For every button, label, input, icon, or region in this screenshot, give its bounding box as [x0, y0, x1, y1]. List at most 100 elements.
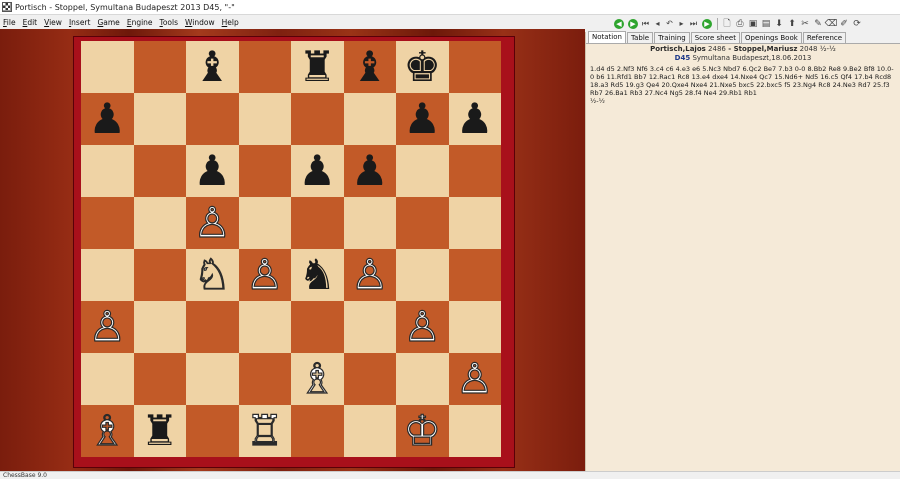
next-move-icon[interactable]: ▸ — [676, 17, 687, 30]
move-item[interactable]: 1.d4 — [590, 65, 604, 73]
tab-training[interactable]: Training — [654, 32, 690, 43]
square-e5[interactable] — [291, 197, 344, 249]
move-item[interactable]: 22.bxc5 — [756, 81, 782, 89]
move-item[interactable]: 21.Nxe5 — [710, 81, 737, 89]
square-e6[interactable]: ♟ — [291, 145, 344, 197]
square-a5[interactable] — [81, 197, 134, 249]
refresh-icon[interactable]: ⟳ — [851, 17, 863, 30]
square-f4[interactable]: ♙ — [343, 249, 396, 301]
first-move-icon[interactable]: ⏮ — [640, 17, 651, 30]
move-item[interactable]: c6 — [666, 65, 674, 73]
square-a6[interactable] — [81, 145, 134, 197]
move-item[interactable]: 6.Qc2 — [742, 65, 761, 73]
move-item[interactable]: Nbd7 — [723, 65, 740, 73]
square-g7[interactable]: ♟ — [396, 93, 449, 145]
square-e1[interactable] — [291, 405, 344, 457]
square-f8[interactable]: ♝ — [343, 41, 396, 93]
square-h8[interactable] — [448, 41, 501, 93]
white-pawn-icon[interactable]: ♙ — [193, 201, 232, 244]
square-g1[interactable]: ♔ — [396, 405, 449, 457]
move-item[interactable]: 28.f4 — [685, 89, 702, 97]
square-h1[interactable] — [448, 405, 501, 457]
white-knight-icon[interactable]: ♘ — [193, 253, 232, 296]
move-item[interactable]: 15.Nd6+ — [774, 73, 803, 81]
square-g3[interactable]: ♙ — [396, 301, 449, 353]
white-bishop-icon[interactable]: ♗ — [298, 357, 337, 400]
move-item[interactable]: dxe4 — [712, 73, 728, 81]
square-d7[interactable] — [238, 93, 291, 145]
new-game-icon[interactable]: 🗋 — [721, 17, 733, 30]
black-rook-icon[interactable]: ♜ — [141, 410, 179, 452]
move-item[interactable]: Rc8 — [677, 73, 689, 81]
square-g6[interactable] — [396, 145, 449, 197]
move-item[interactable]: Rd5 — [611, 81, 624, 89]
menu-tools[interactable]: Tools — [157, 18, 182, 27]
black-bishop-icon[interactable]: ♝ — [193, 46, 231, 88]
black-pawn-icon[interactable]: ♟ — [298, 150, 336, 192]
square-a1[interactable]: ♗ — [81, 405, 134, 457]
undo-icon[interactable]: ↶ — [664, 17, 675, 30]
move-item[interactable]: 24.Ne3 — [833, 81, 856, 89]
move-item[interactable]: b6 — [596, 73, 604, 81]
play-green-icon[interactable]: ▶ — [702, 18, 712, 29]
square-c7[interactable] — [186, 93, 239, 145]
up-icon[interactable]: ⬆ — [786, 17, 798, 30]
square-h3[interactable] — [448, 301, 501, 353]
move-item[interactable]: 20.Qxe4 — [661, 81, 688, 89]
square-g5[interactable] — [396, 197, 449, 249]
black-pawn-icon[interactable]: ♟ — [88, 98, 126, 140]
move-item[interactable]: Rb7 — [590, 89, 603, 97]
move-item[interactable]: Nf6 — [636, 65, 647, 73]
print-icon[interactable]: ⎙ — [734, 17, 746, 30]
move-item[interactable]: Rb3 — [630, 89, 643, 97]
square-b1[interactable]: ♜ — [133, 405, 186, 457]
move-item[interactable]: 4.e3 — [676, 65, 690, 73]
last-move-icon[interactable]: ⏭ — [688, 17, 699, 30]
menu-game[interactable]: Game — [94, 18, 123, 27]
square-h6[interactable] — [448, 145, 501, 197]
white-pawn-icon[interactable]: ♙ — [350, 253, 389, 296]
black-king-icon[interactable]: ♚ — [403, 46, 441, 88]
move-item[interactable]: Rcd8 — [875, 73, 891, 81]
square-c1[interactable] — [186, 405, 239, 457]
white-pawn-icon[interactable]: ♙ — [245, 253, 284, 296]
menu-engine[interactable]: Engine — [124, 18, 157, 27]
square-f3[interactable] — [343, 301, 396, 353]
menu-file[interactable]: File — [0, 18, 20, 27]
move-item[interactable]: Rc8 — [818, 81, 830, 89]
square-d1[interactable]: ♖ — [238, 405, 291, 457]
menu-edit[interactable]: Edit — [20, 18, 42, 27]
menu-window[interactable]: Window — [182, 18, 219, 27]
square-c4[interactable]: ♘ — [186, 249, 239, 301]
square-b2[interactable] — [133, 353, 186, 405]
move-item[interactable]: 23.Ng4 — [793, 81, 816, 89]
move-item[interactable]: 18.a3 — [590, 81, 608, 89]
black-bishop-icon[interactable]: ♝ — [351, 46, 389, 88]
square-e8[interactable]: ♜ — [291, 41, 344, 93]
square-e7[interactable] — [291, 93, 344, 145]
move-item[interactable]: 5.Nc3 — [702, 65, 721, 73]
tab-table[interactable]: Table — [626, 32, 654, 43]
square-h4[interactable] — [448, 249, 501, 301]
square-b4[interactable] — [133, 249, 186, 301]
square-c2[interactable] — [186, 353, 239, 405]
save-icon[interactable]: ▣ — [747, 17, 759, 30]
square-d4[interactable]: ♙ — [238, 249, 291, 301]
square-e3[interactable] — [291, 301, 344, 353]
white-rook-icon[interactable]: ♖ — [245, 409, 284, 452]
square-a4[interactable] — [81, 249, 134, 301]
square-f7[interactable] — [343, 93, 396, 145]
move-item[interactable]: d5 — [607, 65, 615, 73]
scissors-icon[interactable]: ✂ — [799, 17, 811, 30]
tab-notation[interactable]: Notation — [588, 31, 626, 43]
square-f1[interactable] — [343, 405, 396, 457]
move-item[interactable]: 25.f3 — [873, 81, 890, 89]
play-green-right-icon[interactable]: ▶ — [628, 18, 638, 29]
square-d3[interactable] — [238, 301, 291, 353]
move-item[interactable]: f5 — [784, 81, 790, 89]
highlight-icon[interactable]: ✐ — [838, 17, 850, 30]
square-b7[interactable] — [133, 93, 186, 145]
move-item[interactable]: 2.Nf3 — [617, 65, 635, 73]
move-item[interactable]: 16.c5 — [820, 73, 838, 81]
move-item[interactable]: 29.Rb1 — [719, 89, 742, 97]
